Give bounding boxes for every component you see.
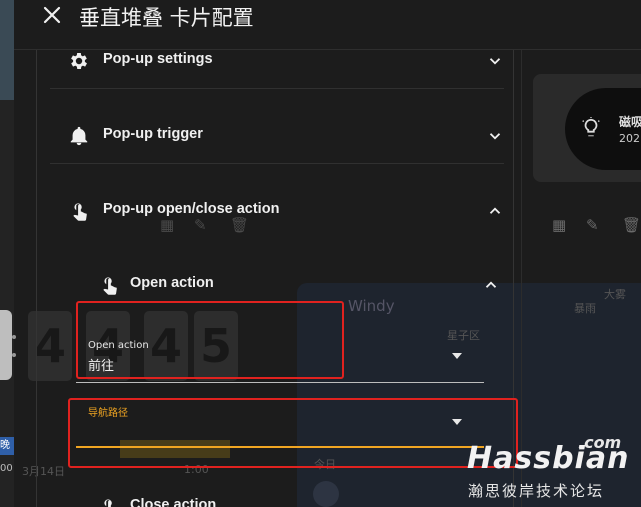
section-popup-settings[interactable]: Pop-up settings xyxy=(50,42,504,82)
panel-divider xyxy=(521,50,522,507)
background-label: 暴雨 xyxy=(574,302,596,315)
field-underline-focused xyxy=(76,446,484,448)
background-label: 3月14日 xyxy=(22,465,65,478)
dialog-title: 垂直堆叠 卡片配置 xyxy=(79,6,254,30)
card-config-dialog: 磁吸 202 ▦ ✎ 🗑 ▦ ✎ 🗑 Windy 4 4 4 5 大雾 暴雨 星… xyxy=(14,0,641,507)
tap-hand-icon xyxy=(98,496,120,507)
subsection-close-action[interactable]: Close action xyxy=(82,488,504,507)
pencil-icon: ✎ xyxy=(586,216,599,234)
dropdown-arrow-icon xyxy=(452,353,462,359)
background-badge: 晚 xyxy=(0,437,14,455)
navigation-path-select[interactable]: 导航路径 xyxy=(76,398,484,448)
background-flip-digit: 4 xyxy=(28,311,72,381)
editor-border-right xyxy=(513,50,514,507)
chevron-down-icon xyxy=(486,52,504,70)
chevron-up-icon xyxy=(482,276,500,294)
navigation-path-label: 导航路径 xyxy=(88,408,128,419)
open-action-select[interactable]: Open action 前往 xyxy=(76,330,484,383)
section-label: Pop-up settings xyxy=(103,51,213,67)
grid-icon: ▦ xyxy=(552,216,567,234)
background-card-tools: ▦ ✎ 🗑 xyxy=(552,216,641,238)
section-popup-trigger[interactable]: Pop-up trigger xyxy=(50,117,504,157)
background-entity-number: 202 xyxy=(619,132,640,145)
tap-hand-icon xyxy=(68,200,90,222)
watermark-logo: Hassbian xyxy=(467,441,630,476)
subsection-label: Open action xyxy=(130,275,214,291)
section-divider xyxy=(50,163,504,164)
lightbulb-icon xyxy=(580,117,602,139)
background-left-tile xyxy=(0,0,14,100)
section-popup-open-close-action[interactable]: Pop-up open/close action xyxy=(50,192,504,232)
background-label: 1:00 xyxy=(184,463,209,476)
editor-border-left xyxy=(36,50,37,507)
close-button[interactable] xyxy=(40,3,64,27)
subsection-open-action[interactable]: Open action xyxy=(82,266,504,306)
background-clock-tile xyxy=(0,310,12,380)
chevron-down-icon xyxy=(486,127,504,145)
trash-icon: 🗑 xyxy=(622,216,641,234)
subsection-label: Close action xyxy=(130,497,217,507)
background-label: 今日 xyxy=(314,458,336,471)
chevron-up-icon xyxy=(486,202,504,220)
gear-icon xyxy=(68,50,90,72)
background-label: 大雾 xyxy=(604,288,626,301)
background-time: 00 xyxy=(0,463,13,474)
open-action-value: 前往 xyxy=(88,359,115,374)
watermark-subtitle: 瀚思彼岸技术论坛 xyxy=(468,482,605,500)
dropdown-arrow-icon xyxy=(452,419,462,425)
tap-hand-icon xyxy=(98,274,120,296)
background-dots xyxy=(12,335,16,365)
section-label: Pop-up open/close action xyxy=(103,201,280,217)
section-divider xyxy=(50,88,504,89)
background-entity-name: 磁吸 xyxy=(619,115,641,129)
bell-icon xyxy=(68,125,90,147)
field-underline xyxy=(76,382,484,383)
section-label: Pop-up trigger xyxy=(103,126,203,142)
close-icon xyxy=(43,6,61,24)
open-action-label: Open action xyxy=(88,340,149,351)
